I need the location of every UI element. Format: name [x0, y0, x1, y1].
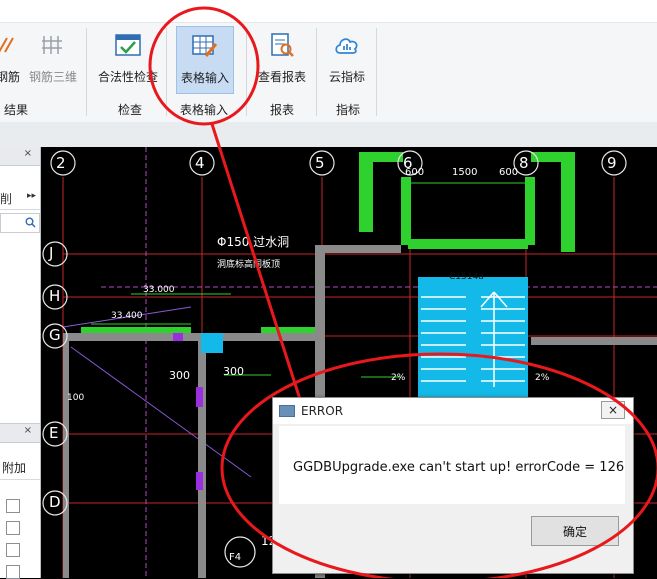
error-dialog: ERROR × GGDBUpgrade.exe can't start up! … [272, 397, 634, 574]
app-icon [279, 405, 295, 417]
highlight-circle-ribbon [148, 6, 260, 126]
error-message: GGDBUpgrade.exe can't start up! errorCod… [293, 460, 625, 475]
ok-button[interactable]: 确定 [531, 516, 619, 546]
dialog-body: GGDBUpgrade.exe can't start up! errorCod… [279, 426, 625, 504]
arrow-line [210, 123, 315, 441]
dialog-titlebar: ERROR × [273, 398, 633, 424]
close-icon[interactable]: × [601, 401, 625, 419]
dialog-title: ERROR [301, 404, 344, 418]
